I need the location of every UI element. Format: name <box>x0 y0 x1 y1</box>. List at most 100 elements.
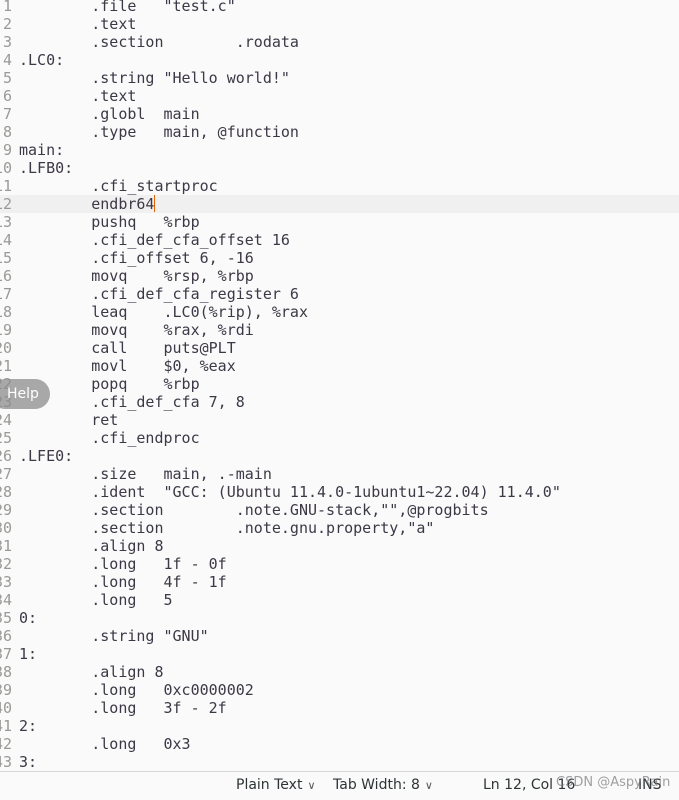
code-line[interactable]: 5 .string "Hello world!" <box>0 69 679 87</box>
code-line[interactable]: 40 .long 3f - 2f <box>0 699 679 717</box>
code-line[interactable]: 9 main: <box>0 141 679 159</box>
code-line[interactable]: 18 leaq .LC0(%rip), %rax <box>0 303 679 321</box>
code-line[interactable]: 41 2: <box>0 717 679 735</box>
line-text: .text <box>19 87 137 105</box>
code-line[interactable]: 39 .long 0xc0000002 <box>0 681 679 699</box>
line-number: 8 <box>2 123 12 141</box>
line-text: .long 0xc0000002 <box>19 681 254 699</box>
code-line[interactable]: 24 ret <box>0 411 679 429</box>
code-line[interactable]: 42 .long 0x3 <box>0 735 679 753</box>
line-text: movl $0, %eax <box>19 357 236 375</box>
line-text: .size main, .-main <box>19 465 272 483</box>
code-line[interactable]: 20 call puts@PLT <box>0 339 679 357</box>
line-text: .type main, @function <box>19 123 299 141</box>
code-line[interactable]: 30 .section .note.gnu.property,"a" <box>0 519 679 537</box>
code-line[interactable]: 19 movq %rax, %rdi <box>0 321 679 339</box>
line-text: .cfi_endproc <box>19 429 200 447</box>
line-number: 26 <box>0 447 12 465</box>
code-line[interactable]: 33 .long 4f - 1f <box>0 573 679 591</box>
line-number: 19 <box>0 321 12 339</box>
line-text: 3: <box>19 753 38 769</box>
code-line[interactable]: 36 .string "GNU" <box>0 627 679 645</box>
line-number: 12 <box>0 195 12 213</box>
code-line[interactable]: 25 .cfi_endproc <box>0 429 679 447</box>
code-line[interactable]: 7 .globl main <box>0 105 679 123</box>
line-number: 10 <box>0 159 12 177</box>
tab-width-selector[interactable]: Tab Width: 8 ∨ <box>333 777 433 793</box>
code-line[interactable]: 2 .text <box>0 15 679 33</box>
code-line[interactable]: 17 .cfi_def_cfa_register 6 <box>0 285 679 303</box>
line-text: movq %rsp, %rbp <box>19 267 254 285</box>
language-selector[interactable]: Plain Text ∨ <box>236 777 316 793</box>
line-number: 7 <box>2 105 12 123</box>
help-button[interactable]: Help <box>0 379 50 409</box>
line-text: leaq .LC0(%rip), %rax <box>19 303 308 321</box>
code-line[interactable]: 28 .ident "GCC: (Ubuntu 11.4.0-1ubuntu1~… <box>0 483 679 501</box>
line-text: .ident "GCC: (Ubuntu 11.4.0-1ubuntu1~22.… <box>19 483 561 501</box>
code-line[interactable]: 21 movl $0, %eax <box>0 357 679 375</box>
code-line[interactable]: 34 .long 5 <box>0 591 679 609</box>
line-number: 38 <box>0 663 12 681</box>
code-line[interactable]: 10 .LFB0: <box>0 159 679 177</box>
line-number: 40 <box>0 699 12 717</box>
chevron-down-icon: ∨ <box>424 779 433 792</box>
code-line[interactable]: 31 .align 8 <box>0 537 679 555</box>
line-number: 20 <box>0 339 12 357</box>
line-number: 14 <box>0 231 12 249</box>
line-text: .section .rodata <box>19 33 299 51</box>
code-line[interactable]: 37 1: <box>0 645 679 663</box>
text-editor[interactable]: 1 .file "test.c" 2 .text 3 .section .rodat… <box>0 0 679 769</box>
line-number: 27 <box>0 465 12 483</box>
line-text: pushq %rbp <box>19 213 200 231</box>
line-number: 39 <box>0 681 12 699</box>
line-text: .LFB0: <box>19 159 74 177</box>
line-number: 3 <box>2 33 12 51</box>
line-number: 21 <box>0 357 12 375</box>
line-number: 30 <box>0 519 12 537</box>
code-line[interactable]: 35 0: <box>0 609 679 627</box>
line-number: 41 <box>0 717 12 735</box>
code-line[interactable]: 16 movq %rsp, %rbp <box>0 267 679 285</box>
code-line[interactable]: 23 .cfi_def_cfa 7, 8 <box>0 393 679 411</box>
code-line[interactable]: 4 .LC0: <box>0 51 679 69</box>
code-line[interactable]: 22 popq %rbp <box>0 375 679 393</box>
line-number: 13 <box>0 213 12 231</box>
line-text: main: <box>19 141 65 159</box>
line-text: 2: <box>19 717 38 735</box>
line-number: 4 <box>2 51 12 69</box>
line-text: endbr64 <box>19 195 156 213</box>
code-line[interactable]: 15 .cfi_offset 6, -16 <box>0 249 679 267</box>
line-text: .LFE0: <box>19 447 74 465</box>
code-line[interactable]: 12 endbr64 <box>0 195 679 213</box>
line-number: 32 <box>0 555 12 573</box>
code-line[interactable]: 38 .align 8 <box>0 663 679 681</box>
line-number: 2 <box>2 15 12 33</box>
code-line[interactable]: 43 3: <box>0 753 679 769</box>
code-line[interactable]: 11 .cfi_startproc <box>0 177 679 195</box>
line-text: .cfi_def_cfa 7, 8 <box>19 393 245 411</box>
line-text: .section .note.GNU-stack,"",@progbits <box>19 501 489 519</box>
line-text: .globl main <box>19 105 200 123</box>
line-text: movq %rax, %rdi <box>19 321 254 339</box>
line-number: 15 <box>0 249 12 267</box>
code-line[interactable]: 6 .text <box>0 87 679 105</box>
line-number: 34 <box>0 591 12 609</box>
line-number: 28 <box>0 483 12 501</box>
line-number: 33 <box>0 573 12 591</box>
line-number: 17 <box>0 285 12 303</box>
code-line[interactable]: 27 .size main, .-main <box>0 465 679 483</box>
code-line[interactable]: 8 .type main, @function <box>0 123 679 141</box>
line-number: 31 <box>0 537 12 555</box>
code-line[interactable]: 26 .LFE0: <box>0 447 679 465</box>
line-number: 5 <box>2 69 12 87</box>
line-number: 43 <box>0 753 12 769</box>
line-text: call puts@PLT <box>19 339 236 357</box>
code-line[interactable]: 14 .cfi_def_cfa_offset 16 <box>0 231 679 249</box>
code-line[interactable]: 3 .section .rodata <box>0 33 679 51</box>
line-number: 18 <box>0 303 12 321</box>
code-line[interactable]: 32 .long 1f - 0f <box>0 555 679 573</box>
code-line[interactable]: 13 pushq %rbp <box>0 213 679 231</box>
code-line[interactable]: 29 .section .note.GNU-stack,"",@progbits <box>0 501 679 519</box>
code-line[interactable]: 1 .file "test.c" <box>0 0 679 15</box>
line-number: 9 <box>2 141 12 159</box>
